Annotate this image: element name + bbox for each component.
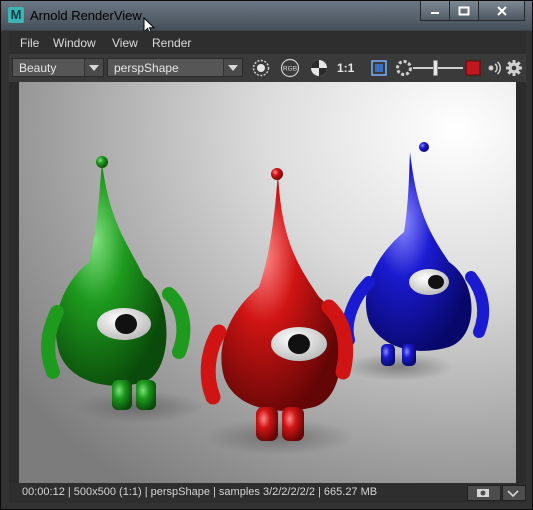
menu-bar: File Window View Render xyxy=(9,31,526,54)
ipr-icon[interactable] xyxy=(394,58,414,78)
crop-region-icon[interactable] xyxy=(369,58,389,78)
refresh-icon[interactable] xyxy=(251,58,271,78)
snapshot-icon xyxy=(477,489,489,497)
aov-dropdown[interactable]: Beauty xyxy=(12,58,104,77)
dial-icon[interactable] xyxy=(483,58,503,78)
close-button[interactable] xyxy=(478,1,525,21)
snapshot-button[interactable] xyxy=(467,485,501,501)
menu-file[interactable]: File xyxy=(20,36,39,50)
status-text: 00:00:12 | 500x500 (1:1) | perspShape | … xyxy=(22,486,378,498)
close-icon xyxy=(496,5,507,16)
aov-dropdown-value: Beauty xyxy=(19,61,57,75)
status-bar: 00:00:12 | 500x500 (1:1) | perspShape | … xyxy=(9,483,526,503)
chevron-down-icon xyxy=(84,59,103,76)
title-bar[interactable]: M Arnold RenderView xyxy=(1,1,532,30)
rgb-channel-icon[interactable]: RGB xyxy=(280,58,300,78)
zoom-ratio[interactable]: 1:1 xyxy=(337,61,354,75)
rgb-label: RGB xyxy=(283,66,297,73)
camera-dropdown[interactable]: perspShape xyxy=(107,58,243,77)
arnold-render-view-window: M Arnold RenderView File Window View Ren… xyxy=(0,0,533,510)
menu-window[interactable]: Window xyxy=(53,36,96,50)
status-menu-button[interactable] xyxy=(502,485,526,501)
maximize-icon xyxy=(458,6,470,15)
window-title: Arnold RenderView xyxy=(30,8,142,23)
render-viewport[interactable] xyxy=(9,82,526,483)
chevron-down-icon xyxy=(507,490,519,498)
window-controls xyxy=(420,1,525,21)
chevron-down-icon xyxy=(223,59,242,76)
stop-icon[interactable] xyxy=(463,58,483,78)
menu-render[interactable]: Render xyxy=(152,36,191,50)
checker-icon[interactable] xyxy=(309,58,329,78)
exposure-slider-handle[interactable] xyxy=(433,60,438,76)
minimize-button[interactable] xyxy=(420,1,450,21)
maya-app-icon: M xyxy=(8,7,24,23)
rendered-image xyxy=(19,82,516,483)
minimize-icon xyxy=(431,11,439,14)
maximize-button[interactable] xyxy=(449,1,479,21)
exposure-slider-track[interactable] xyxy=(413,67,463,69)
camera-dropdown-value: perspShape xyxy=(114,61,179,75)
menu-view[interactable]: View xyxy=(112,36,138,50)
gear-icon[interactable] xyxy=(504,58,524,78)
